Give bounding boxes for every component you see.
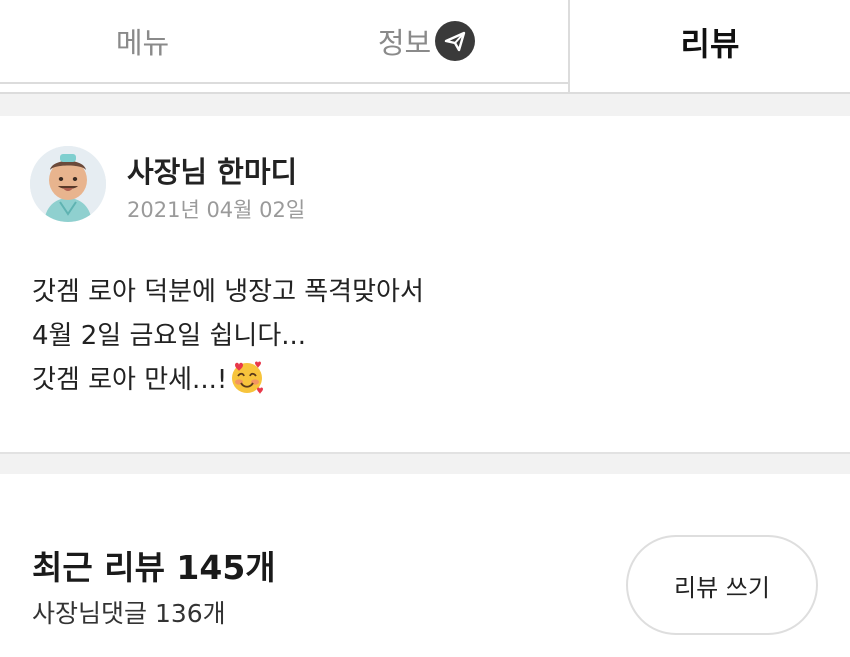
section-divider [0,452,850,474]
tab-info[interactable]: 정보 [285,0,568,82]
tab-review[interactable]: 리뷰 [568,0,850,94]
write-review-label: 리뷰 쓰기 [674,573,770,602]
tab-menu-label: 메뉴 [115,26,170,60]
avatar [30,146,106,222]
notice-date: 2021년 04월 02일 [127,198,306,222]
reviews-summary: 최근 리뷰 145개 사장님댓글 136개 리뷰 쓰기 [0,474,850,657]
notice-line: 갓겜 로아 덕분에 냉장고 폭격맞아서 [32,277,424,307]
notice-title: 사장님 한마디 [127,155,298,189]
notice-line: 갓겜 로아 만세...! [32,365,228,395]
tab-review-label: 리뷰 [680,25,740,63]
notice-line: 4월 2일 금요일 쉽니다... [32,321,307,351]
smiling-face-with-hearts-icon [229,359,265,409]
tab-bar: 메뉴 정보 리뷰 [0,0,850,94]
notice-body: 갓겜 로아 덕분에 냉장고 폭격맞아서 4월 2일 금요일 쉽니다... 갓겜 … [32,270,424,409]
tab-menu[interactable]: 메뉴 [0,0,285,82]
owner-replies-count: 사장님댓글 136개 [32,599,226,628]
owner-notice: 사장님 한마디 2021년 04월 02일 갓겜 로아 덕분에 냉장고 폭격맞아… [0,116,850,452]
write-review-button[interactable]: 리뷰 쓰기 [626,535,818,635]
section-divider [0,94,850,116]
tab-info-label: 정보 [377,26,432,60]
tab-underline [0,82,568,84]
recent-reviews-count: 최근 리뷰 145개 [32,548,276,587]
notice-line-last: 갓겜 로아 만세...! [32,358,424,409]
send-icon [435,21,476,61]
